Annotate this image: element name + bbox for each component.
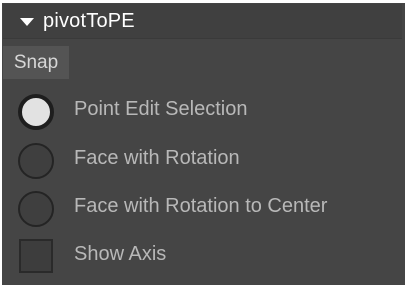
radio-button-selected[interactable] [18,94,54,130]
radio-button[interactable] [18,143,54,179]
pivot-to-pe-panel: pivotToPE Snap Point Edit Selection Face… [2,3,405,285]
panel-header[interactable]: pivotToPE [3,4,402,39]
triangle-down-icon[interactable] [20,18,34,26]
option-label: Face with Rotation to Center [74,195,328,217]
option-point-edit-selection[interactable]: Point Edit Selection [2,94,405,134]
radio-button[interactable] [18,191,54,227]
option-face-with-rotation[interactable]: Face with Rotation [2,143,405,183]
panel-title: pivotToPE [43,9,135,32]
option-face-with-rotation-to-center[interactable]: Face with Rotation to Center [2,191,405,231]
option-show-axis[interactable]: Show Axis [2,239,405,279]
tab-snap[interactable]: Snap [3,46,69,79]
option-label: Point Edit Selection [74,98,248,120]
option-label: Face with Rotation [74,147,240,169]
option-label: Show Axis [74,243,167,265]
show-axis-checkbox[interactable] [19,239,53,273]
